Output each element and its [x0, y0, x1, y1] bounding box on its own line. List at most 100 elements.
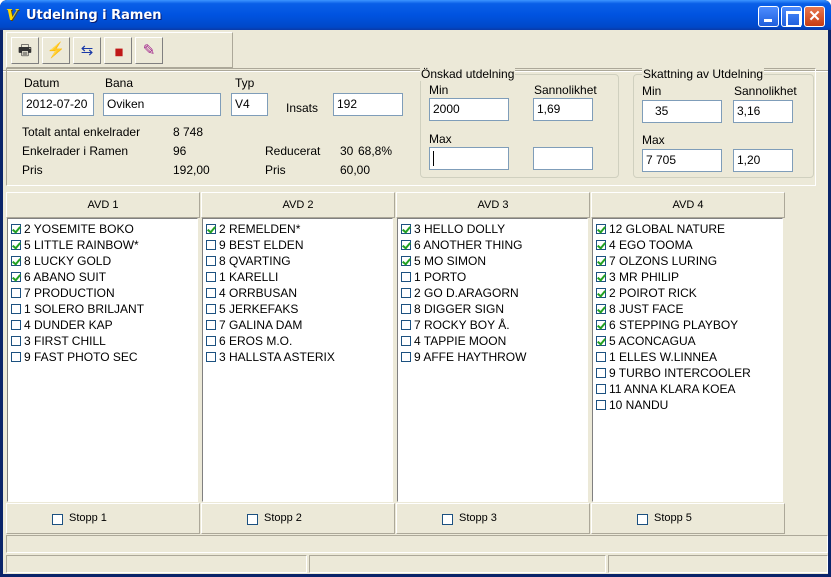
avd-header[interactable]: AVD 2 [201, 192, 395, 218]
checkbox-checked[interactable] [596, 240, 606, 250]
onskad-sannolikhet-field[interactable]: 1,69 [533, 98, 593, 121]
list-item[interactable]: 3 HALLSTA ASTERIX [203, 349, 392, 365]
list-item[interactable]: 9 AFFE HAYTHROW [398, 349, 587, 365]
horse-list[interactable]: 12 GLOBAL NATURE 4 EGO TOOMA 7 OLZONS LURI… [592, 218, 783, 502]
list-item[interactable]: 6 STEPPING PLAYBOY [593, 317, 782, 333]
chart-button[interactable]: ▮▮ [104, 37, 132, 64]
checkbox-unchecked[interactable] [596, 400, 606, 410]
list-item[interactable]: 9 TURBO INTERCOOLER [593, 365, 782, 381]
checkbox-unchecked[interactable] [401, 336, 411, 346]
checkbox-checked[interactable] [596, 320, 606, 330]
list-item[interactable]: 4 EGO TOOMA [593, 237, 782, 253]
checkbox-unchecked[interactable] [401, 304, 411, 314]
list-item[interactable]: 9 FAST PHOTO SEC [8, 349, 197, 365]
list-item[interactable]: 6 EROS M.O. [203, 333, 392, 349]
list-item[interactable]: 5 ACONCAGUA [593, 333, 782, 349]
list-item[interactable]: 2 POIROT RICK [593, 285, 782, 301]
checkbox-unchecked[interactable] [206, 272, 216, 282]
list-item[interactable]: 12 GLOBAL NATURE [593, 221, 782, 237]
list-item[interactable]: 7 PRODUCTION [8, 285, 197, 301]
avd-header[interactable]: AVD 1 [6, 192, 200, 218]
checkbox-unchecked[interactable] [206, 352, 216, 362]
list-item[interactable]: 1 PORTO [398, 269, 587, 285]
checkbox-checked[interactable] [401, 256, 411, 266]
list-item[interactable]: 8 JUST FACE [593, 301, 782, 317]
checkbox-unchecked[interactable] [206, 320, 216, 330]
list-item[interactable]: 3 MR PHILIP [593, 269, 782, 285]
list-item[interactable]: 3 HELLO DOLLY [398, 221, 587, 237]
skattning-max-field[interactable]: 7 705 [642, 149, 722, 172]
list-item[interactable]: 2 YOSEMITE BOKO [8, 221, 197, 237]
swap-button[interactable]: ⇆ [73, 37, 101, 64]
checkbox-checked[interactable] [11, 272, 21, 282]
list-item[interactable]: 7 ROCKY BOY Å. [398, 317, 587, 333]
avd-header[interactable]: AVD 3 [396, 192, 590, 218]
checkbox-unchecked[interactable] [206, 304, 216, 314]
skattning-min-field[interactable]: 35 [642, 100, 722, 123]
title-bar[interactable]: V Utdelning i Ramen ✕ [0, 0, 831, 30]
bana-field[interactable]: Oviken [103, 93, 221, 116]
print-button[interactable]: 🖶 [11, 37, 39, 64]
checkbox-checked[interactable] [596, 288, 606, 298]
stopp-checkbox[interactable] [247, 514, 258, 525]
checkbox-checked[interactable] [11, 240, 21, 250]
horse-list[interactable]: 2 REMELDEN* 9 BEST ELDEN 8 QVARTING 1 KAREL… [202, 218, 393, 502]
list-item[interactable]: 11 ANNA KLARA KOEA [593, 381, 782, 397]
checkbox-checked[interactable] [401, 224, 411, 234]
typ-field[interactable]: V4 [231, 93, 268, 116]
checkbox-checked[interactable] [596, 256, 606, 266]
list-item[interactable]: 1 KARELLI [203, 269, 392, 285]
list-item[interactable]: 4 DUNDER KAP [8, 317, 197, 333]
checkbox-unchecked[interactable] [11, 320, 21, 330]
list-item[interactable]: 6 ABANO SUIT [8, 269, 197, 285]
horse-list[interactable]: 2 YOSEMITE BOKO 5 LITTLE RAINBOW* 8 LUCKY … [7, 218, 198, 502]
checkbox-checked[interactable] [206, 224, 216, 234]
checkbox-unchecked[interactable] [206, 256, 216, 266]
stopp-checkbox[interactable] [442, 514, 453, 525]
checkbox-unchecked[interactable] [206, 336, 216, 346]
checkbox-unchecked[interactable] [206, 288, 216, 298]
list-item[interactable]: 7 GALINA DAM [203, 317, 392, 333]
list-item[interactable]: 7 OLZONS LURING [593, 253, 782, 269]
checkbox-checked[interactable] [596, 272, 606, 282]
checkbox-unchecked[interactable] [11, 288, 21, 298]
onskad-max-sannolikhet-field[interactable] [533, 147, 593, 170]
skattning-sannolikhet-field[interactable]: 3,16 [733, 100, 793, 123]
checkbox-unchecked[interactable] [206, 240, 216, 250]
list-item[interactable]: 1 ELLES W.LINNEA [593, 349, 782, 365]
list-item[interactable]: 5 JERKEFAKS [203, 301, 392, 317]
checkbox-checked[interactable] [596, 336, 606, 346]
checkbox-checked[interactable] [596, 304, 606, 314]
checkbox-unchecked[interactable] [401, 288, 411, 298]
list-item[interactable]: 8 QVARTING [203, 253, 392, 269]
datum-field[interactable]: 2012-07-20 [22, 93, 94, 116]
checkbox-checked[interactable] [11, 256, 21, 266]
checkbox-unchecked[interactable] [596, 368, 606, 378]
list-item[interactable]: 10 NANDU [593, 397, 782, 413]
close-button[interactable]: ✕ [804, 6, 825, 27]
list-item[interactable]: 6 ANOTHER THING [398, 237, 587, 253]
minimize-button[interactable] [758, 6, 779, 27]
checkbox-checked[interactable] [596, 224, 606, 234]
checkbox-checked[interactable] [401, 240, 411, 250]
checkbox-unchecked[interactable] [11, 336, 21, 346]
list-item[interactable]: 5 LITTLE RAINBOW* [8, 237, 197, 253]
onskad-min-field[interactable]: 2000 [429, 98, 509, 121]
list-item[interactable]: 5 MO SIMON [398, 253, 587, 269]
list-item[interactable]: 9 BEST ELDEN [203, 237, 392, 253]
checkbox-unchecked[interactable] [11, 304, 21, 314]
list-item[interactable]: 8 LUCKY GOLD [8, 253, 197, 269]
checkbox-unchecked[interactable] [11, 352, 21, 362]
onskad-max-field[interactable] [429, 147, 509, 170]
list-item[interactable]: 3 FIRST CHILL [8, 333, 197, 349]
checkbox-unchecked[interactable] [596, 384, 606, 394]
skattning-max-sannolikhet-field[interactable]: 1,20 [733, 149, 793, 172]
list-item[interactable]: 1 SOLERO BRILJANT [8, 301, 197, 317]
checkbox-unchecked[interactable] [401, 320, 411, 330]
maximize-button[interactable] [781, 6, 802, 27]
stopp-checkbox[interactable] [637, 514, 648, 525]
avd-header[interactable]: AVD 4 [591, 192, 785, 218]
stopp-checkbox[interactable] [52, 514, 63, 525]
list-item[interactable]: 4 ORRBUSAN [203, 285, 392, 301]
eraser-button[interactable]: ✎ [135, 37, 163, 64]
